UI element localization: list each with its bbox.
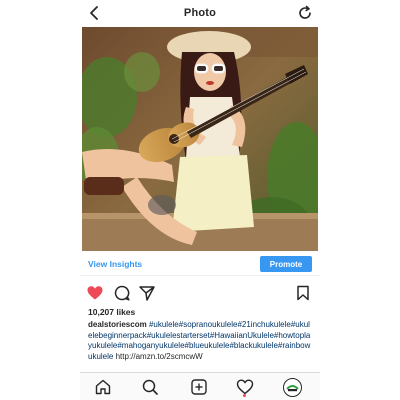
instagram-post-screen: Photo View Insights Promote 10,207 likes… <box>80 0 320 400</box>
caption-username[interactable]: dealstoriescom <box>88 320 147 329</box>
comment-icon[interactable] <box>113 284 131 302</box>
share-icon[interactable] <box>138 284 156 302</box>
chevron-left-icon[interactable] <box>86 4 104 22</box>
profile-avatar[interactable] <box>283 378 302 397</box>
notification-dot <box>243 394 246 397</box>
view-insights-link[interactable]: View Insights <box>88 259 142 269</box>
bottom-nav <box>80 372 320 400</box>
post-actions <box>80 282 320 304</box>
heart-icon[interactable] <box>86 284 104 302</box>
home-icon[interactable] <box>94 378 112 396</box>
post-caption: dealstoriescom #ukulele#sopranoukulele#2… <box>88 320 314 362</box>
insights-bar: View Insights Promote <box>80 254 320 276</box>
add-post-icon[interactable] <box>190 378 208 396</box>
top-bar: Photo <box>80 0 320 26</box>
bookmark-icon[interactable] <box>294 284 312 302</box>
profile-logo-icon <box>285 380 300 395</box>
likes-count[interactable]: 10,207 likes <box>88 307 135 317</box>
search-icon[interactable] <box>141 378 159 396</box>
refresh-icon[interactable] <box>296 4 314 22</box>
promote-button[interactable]: Promote <box>260 256 312 272</box>
post-photo[interactable] <box>82 27 318 251</box>
caption-link[interactable]: http://amzn.to/2scmcwW <box>116 352 203 361</box>
page-title: Photo <box>183 7 217 19</box>
